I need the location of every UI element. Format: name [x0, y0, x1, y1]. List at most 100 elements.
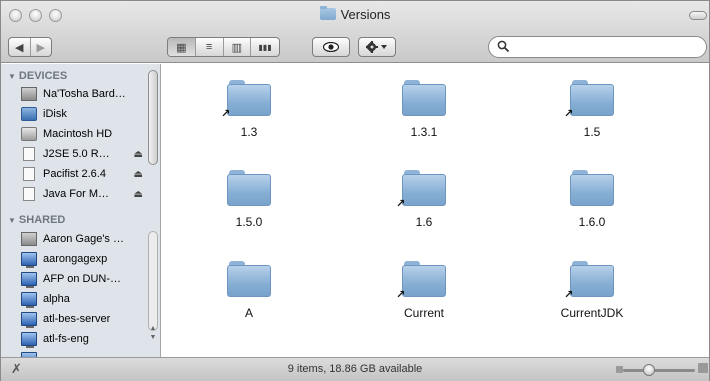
back-forward-control: ◀ ▶: [8, 37, 52, 57]
folder-name: A: [244, 306, 253, 320]
sidebar-item-label: iDisk: [43, 108, 67, 120]
sidebar-item-j2se[interactable]: J2SE 5.0 R… ⏏: [21, 145, 143, 163]
small-icon-size-icon: [616, 366, 623, 373]
status-bar: ✗ 9 items, 18.86 GB available: [1, 357, 709, 381]
eject-icon[interactable]: ⏏: [134, 149, 143, 160]
coverflow-view-icon: ▮▮▮: [258, 42, 272, 52]
column-view-icon: ▥: [231, 41, 243, 54]
action-menu-button[interactable]: [358, 37, 396, 57]
disclosure-triangle-icon: ▼: [8, 216, 16, 225]
folder-icon: [227, 261, 271, 297]
eye-icon: [313, 38, 349, 56]
sidebar-item-label: atl-bes-server: [43, 313, 111, 325]
network-computer-icon: [21, 312, 37, 328]
sidebar-scrollbar-track[interactable]: [148, 231, 158, 331]
window-title-text: Versions: [340, 7, 391, 22]
sidebar-item-aarongagexp[interactable]: aarongagexp: [21, 250, 143, 268]
sidebar-item-atl-bes-server[interactable]: atl-bes-server: [21, 310, 143, 328]
large-icon-size-icon: [698, 363, 708, 373]
forward-button[interactable]: ▶: [31, 38, 52, 56]
sidebar-item-idisk[interactable]: iDisk: [21, 105, 143, 123]
folder-icon: ↗: [221, 80, 271, 120]
folder-name: 1.3.1: [410, 125, 438, 139]
search-icon: [497, 40, 510, 53]
folder-icon: [402, 80, 446, 116]
sidebar-item-label: Na'Tosha Bard…: [43, 88, 126, 100]
column-view-button[interactable]: ▥: [224, 38, 252, 56]
folder-item[interactable]: 1.6.0: [537, 170, 647, 229]
folder-name: 1.5.0: [235, 215, 263, 229]
sidebar-item-partial[interactable]: [21, 350, 143, 357]
folder-item[interactable]: 1.5.0: [194, 170, 304, 229]
folder-name: 1.3: [240, 125, 258, 139]
sidebar-section-devices[interactable]: ▼ DEVICES: [8, 70, 67, 82]
folder-icon: [319, 6, 336, 20]
alias-arrow-icon: ↗: [396, 289, 406, 301]
folder-name: 1.6.0: [578, 215, 606, 229]
back-button[interactable]: ◀: [9, 38, 31, 56]
harddisk-icon: [21, 127, 37, 141]
folder-icon: ↗: [396, 261, 446, 301]
toolbar-toggle-button[interactable]: [689, 11, 707, 20]
sidebar-item-aaron-gage[interactable]: Aaron Gage's …: [21, 230, 143, 248]
alias-arrow-icon: ↗: [396, 198, 406, 210]
back-arrow-icon: ◀: [15, 41, 24, 54]
view-switcher: ▦ ≡ ▥ ▮▮▮: [167, 37, 280, 57]
folder-item[interactable]: A: [194, 261, 304, 320]
folder-name: CurrentJDK: [560, 306, 624, 320]
computer-icon: [21, 87, 37, 101]
eject-icon[interactable]: ⏏: [134, 169, 143, 180]
list-view-icon: ≡: [205, 41, 213, 53]
icon-size-slider-knob[interactable]: [643, 364, 655, 376]
sidebar-item-atl-fs-eng[interactable]: atl-fs-eng: [21, 330, 143, 348]
folder-item[interactable]: ↗ 1.5: [537, 80, 647, 139]
alias-arrow-icon: ↗: [564, 108, 574, 120]
folder-item[interactable]: 1.3.1: [369, 80, 479, 139]
file-icon-grid: ↗ 1.3 1.3.1 ↗ 1.5 1.5.0 ↗ 1.6 1.6.0 A ↗ …: [162, 64, 709, 357]
sidebar-section-shared[interactable]: ▼ SHARED: [8, 214, 65, 226]
sidebar-item-label: J2SE 5.0 R…: [43, 148, 110, 160]
idisk-icon: [21, 107, 37, 121]
folder-name: 1.6: [415, 215, 433, 229]
sidebar-item-pacifist[interactable]: Pacifist 2.6.4 ⏏: [21, 165, 143, 183]
sidebar-item-alpha[interactable]: alpha: [21, 290, 143, 308]
network-computer-icon: [21, 252, 37, 268]
gear-icon: [359, 38, 395, 56]
search-field[interactable]: [488, 36, 707, 58]
folder-name: 1.5: [583, 125, 601, 139]
computer-icon: [21, 232, 37, 246]
status-text: 9 items, 18.86 GB available: [287, 363, 423, 375]
disclosure-triangle-icon: ▼: [8, 72, 16, 81]
sidebar-item-java-for-mac[interactable]: Java For M… ⏏: [21, 185, 143, 203]
scroll-arrows-icon[interactable]: ▲ ▼: [147, 324, 159, 342]
folder-item[interactable]: ↗ Current: [369, 261, 479, 320]
sidebar-item-label: Aaron Gage's …: [43, 233, 124, 245]
volume-icon: [23, 187, 35, 201]
icon-size-slider[interactable]: [623, 369, 695, 372]
icon-view-icon: ▦: [176, 41, 187, 54]
quicklook-button[interactable]: [312, 37, 350, 57]
sidebar-item-afp-on-dun[interactable]: AFP on DUN-…: [21, 270, 143, 288]
sidebar-item-natosha-computer[interactable]: Na'Tosha Bard…: [21, 85, 143, 103]
folder-item[interactable]: ↗ 1.3: [194, 80, 304, 139]
list-view-button[interactable]: ≡: [196, 38, 224, 56]
folder-name: Current: [403, 306, 444, 320]
alias-arrow-icon: ↗: [564, 289, 574, 301]
icon-view-button[interactable]: ▦: [168, 38, 196, 56]
sidebar-scrollbar-thumb[interactable]: [148, 70, 158, 165]
sidebar-item-label: atl-fs-eng: [43, 333, 89, 345]
folder-item[interactable]: ↗ CurrentJDK: [537, 261, 647, 320]
volume-icon: [23, 147, 35, 161]
sidebar-item-label: Java For M…: [43, 188, 110, 200]
eject-icon[interactable]: ⏏: [134, 189, 143, 200]
finder-window: Versions ◀ ▶ ▦ ≡ ▥ ▮▮▮ ▼ DEVICES Na'Tosh…: [0, 0, 710, 381]
sidebar-item-label: aarongagexp: [43, 253, 108, 265]
sidebar-item-macintosh-hd[interactable]: Macintosh HD: [21, 125, 143, 143]
forward-arrow-icon: ▶: [36, 41, 45, 54]
alias-arrow-icon: ↗: [221, 108, 231, 120]
network-computer-icon: [21, 272, 37, 288]
folder-item[interactable]: ↗ 1.6: [369, 170, 479, 229]
sidebar-item-label: AFP on DUN-…: [43, 273, 122, 285]
coverflow-view-button[interactable]: ▮▮▮: [251, 38, 279, 56]
network-computer-icon: [21, 332, 37, 348]
